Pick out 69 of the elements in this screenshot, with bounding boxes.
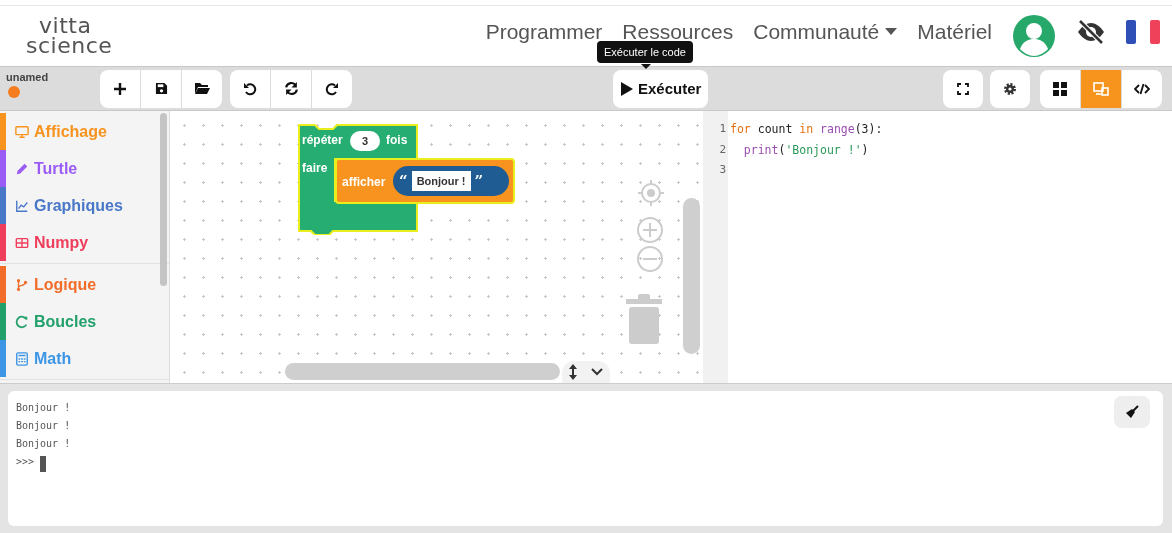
console-output: Bonjour ! bbox=[16, 437, 71, 451]
fullscreen-button[interactable] bbox=[943, 69, 983, 108]
line-number: 2 bbox=[718, 142, 727, 158]
text-block[interactable]: “ Bonjour ! ” bbox=[393, 166, 509, 196]
redo-icon bbox=[325, 81, 339, 96]
console-output: Bonjour ! bbox=[16, 419, 71, 433]
fullscreen-icon bbox=[957, 82, 969, 95]
run-button[interactable]: Exécuter bbox=[613, 69, 709, 108]
nav-link[interactable]: Ressources bbox=[622, 20, 734, 44]
console-output: Bonjour ! bbox=[16, 401, 71, 415]
table-icon bbox=[15, 235, 29, 250]
new-button[interactable] bbox=[100, 69, 140, 108]
refresh-button[interactable] bbox=[271, 69, 311, 108]
flag-icon[interactable] bbox=[1126, 20, 1160, 44]
refresh-icon bbox=[283, 81, 299, 96]
scrollbar[interactable] bbox=[160, 113, 167, 286]
loop-icon bbox=[15, 314, 29, 329]
block-label: afficher bbox=[342, 175, 386, 189]
block-label: fois bbox=[386, 133, 408, 147]
broom-icon bbox=[1125, 405, 1139, 419]
line-number: 3 bbox=[718, 163, 727, 178]
quote-mark: “ bbox=[399, 172, 408, 190]
text-field[interactable]: Bonjour ! bbox=[411, 171, 471, 191]
code-line: print('Bonjour !') bbox=[742, 142, 870, 159]
status-dot-icon bbox=[8, 86, 20, 98]
chevron-down-icon bbox=[590, 367, 604, 377]
project-name[interactable]: unamed bbox=[6, 71, 100, 83]
resize-handle[interactable] bbox=[562, 361, 610, 383]
branch-icon bbox=[15, 277, 29, 292]
folder-icon bbox=[194, 82, 210, 95]
open-folder-button[interactable] bbox=[182, 69, 222, 108]
undo-button[interactable] bbox=[230, 69, 270, 108]
block-label: faire bbox=[302, 161, 328, 175]
play-icon bbox=[620, 81, 633, 96]
save-button[interactable] bbox=[141, 69, 181, 108]
calculator-icon bbox=[15, 351, 29, 366]
console-prompt: >>> bbox=[16, 455, 35, 469]
plus-icon bbox=[113, 81, 127, 96]
blocks-view-button[interactable] bbox=[1040, 69, 1080, 108]
blocks-view-icon bbox=[1052, 80, 1068, 97]
number-field[interactable]: 3 bbox=[350, 131, 380, 151]
text-cursor bbox=[40, 456, 47, 472]
avatar-icon[interactable] bbox=[1012, 14, 1056, 58]
code-line: for count in range(3): bbox=[730, 122, 883, 138]
settings-icon bbox=[1003, 81, 1017, 96]
line-chart-icon bbox=[15, 198, 29, 213]
logo[interactable]: vitta science bbox=[26, 16, 113, 56]
vertical-arrows-icon bbox=[568, 364, 578, 380]
split-view-icon bbox=[1093, 80, 1109, 97]
settings-button[interactable] bbox=[990, 69, 1030, 108]
monitor-icon bbox=[15, 124, 29, 139]
nav-link[interactable]: Communauté bbox=[753, 20, 898, 44]
undo-icon bbox=[243, 81, 257, 96]
redo-button[interactable] bbox=[312, 69, 352, 108]
nav-link[interactable]: Programmer bbox=[485, 20, 603, 44]
block-label: répéter bbox=[302, 133, 343, 147]
scrollbar[interactable] bbox=[683, 198, 700, 354]
clear-console-button[interactable] bbox=[1114, 396, 1150, 428]
run-tooltip: Exécuter le code bbox=[597, 41, 693, 63]
nav-link[interactable]: Matériel bbox=[917, 20, 992, 44]
print-block[interactable]: afficher “ Bonjour ! ” bbox=[335, 158, 515, 204]
eye-slash-icon[interactable] bbox=[1076, 19, 1106, 45]
save-icon bbox=[154, 82, 168, 95]
quote-mark: ” bbox=[474, 172, 484, 190]
pencil-icon bbox=[15, 161, 29, 176]
scrollbar[interactable] bbox=[285, 363, 560, 380]
line-number: 1 bbox=[718, 122, 727, 137]
tooltip-arrow bbox=[641, 64, 651, 69]
code-view-button[interactable] bbox=[1122, 69, 1162, 108]
